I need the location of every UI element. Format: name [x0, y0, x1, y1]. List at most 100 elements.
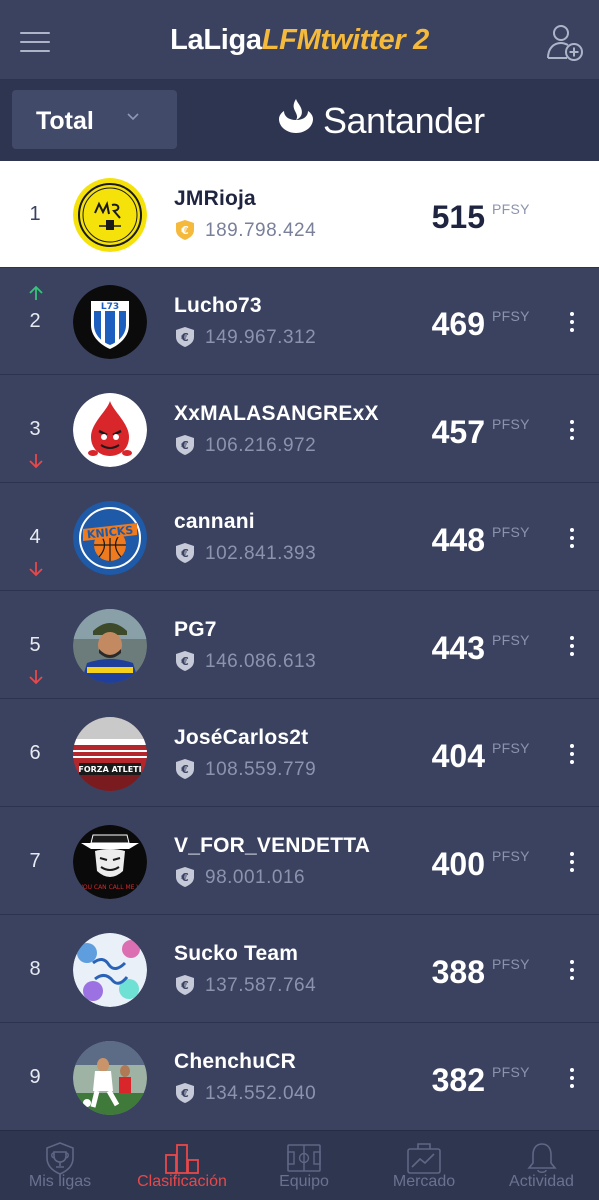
pitch-icon — [287, 1144, 321, 1172]
more-options-icon[interactable] — [562, 742, 582, 768]
svg-text:€: € — [180, 763, 189, 776]
username: V_FOR_VENDETTA — [174, 834, 371, 857]
points-unit: PFSY — [492, 1064, 530, 1080]
avatar[interactable] — [73, 609, 147, 683]
more-options-icon[interactable] — [562, 418, 582, 444]
svg-text:YOU CAN CALL ME V: YOU CAN CALL ME V — [79, 884, 142, 891]
nav-actividad[interactable]: Actividad — [484, 1131, 599, 1200]
points: 515 — [431, 199, 485, 235]
sponsor-name: Santander — [323, 100, 485, 141]
more-options-icon[interactable] — [562, 310, 582, 336]
avatar[interactable] — [73, 1041, 147, 1115]
avatar[interactable]: YOU CAN CALL ME V — [73, 825, 147, 899]
sponsor-logo: Santander — [276, 96, 516, 141]
shield-euro-icon: € — [176, 543, 194, 563]
trophy-icon — [46, 1142, 74, 1175]
shield-euro-icon: € — [176, 327, 194, 347]
period-select-value: Total — [36, 107, 94, 135]
svg-text:€: € — [180, 547, 189, 560]
points: 443 — [431, 630, 485, 666]
avatar[interactable] — [73, 393, 147, 467]
trend-down-icon — [29, 454, 43, 469]
nav-mis-ligas[interactable]: Mis ligas — [0, 1131, 120, 1200]
nav-label: Mis ligas — [28, 1173, 92, 1190]
top-app-bar: LaLigaLFMtwitter 2 — [0, 0, 599, 80]
shield-euro-icon: € — [176, 975, 194, 995]
rank-number: 7 — [29, 850, 41, 872]
points: 448 — [431, 522, 485, 558]
trend-up-icon — [29, 285, 43, 300]
nav-label: Actividad — [509, 1173, 574, 1190]
points-unit: PFSY — [492, 201, 530, 217]
trend-down-icon — [29, 670, 43, 685]
league-title-brand: LaLiga — [170, 24, 262, 56]
svg-text:€: € — [180, 871, 189, 884]
gold-shield-euro-icon: € — [176, 220, 194, 240]
points-unit: PFSY — [492, 308, 530, 324]
nav-clasificacion[interactable]: Clasificación — [120, 1131, 244, 1200]
add-user-icon[interactable] — [545, 22, 585, 62]
standing-row-2[interactable]: 2 L73 Lucho73 € 149.967.312 469 PFSY — [0, 268, 599, 375]
avatar[interactable] — [73, 933, 147, 1007]
standings-subheader: Total Santander — [0, 80, 599, 161]
rank-number: 2 — [29, 310, 41, 332]
chevron-down-icon — [126, 109, 140, 127]
avatar[interactable] — [73, 178, 147, 252]
avatar[interactable]: FORZA ATLETI — [73, 717, 147, 791]
standing-row-4[interactable]: 4 KNICKS cannani € 102.841.393 448 PFSY — [0, 484, 599, 591]
team-value-amount: 149.967.312 — [205, 327, 317, 348]
avatar[interactable]: L73 — [73, 285, 147, 359]
standing-row-6[interactable]: 6 FORZA ATLETI JoséCarlos2t € 108.559.77… — [0, 700, 599, 807]
team-value-amount: 189.798.424 — [205, 220, 317, 241]
rank-number: 4 — [29, 526, 41, 548]
shield-euro-icon: € — [176, 759, 194, 779]
more-options-icon[interactable] — [562, 850, 582, 876]
username: JMRioja — [174, 187, 256, 210]
svg-text:€: € — [180, 655, 189, 668]
avatar[interactable]: KNICKS — [73, 501, 147, 575]
nav-mercado[interactable]: Mercado — [364, 1131, 484, 1200]
team-value-amount: 137.587.764 — [205, 975, 317, 996]
shield-euro-icon: € — [176, 651, 194, 671]
rank-number: 5 — [29, 634, 41, 656]
username: cannani — [174, 510, 255, 533]
standing-row-9[interactable]: 9 ChenchuCR € 134.552.040 382 PFSY — [0, 1024, 599, 1131]
santander-flame-icon — [279, 99, 313, 133]
shield-euro-icon: € — [176, 435, 194, 455]
team-value-amount: 108.559.779 — [205, 759, 317, 780]
points-unit: PFSY — [492, 956, 530, 972]
username: JoséCarlos2t — [174, 726, 309, 749]
more-options-icon[interactable] — [562, 1066, 582, 1092]
points: 469 — [431, 306, 485, 342]
svg-text:€: € — [180, 979, 189, 992]
points: 457 — [431, 414, 485, 450]
username: Lucho73 — [174, 294, 262, 317]
shield-euro-icon: € — [176, 1083, 194, 1103]
points-unit: PFSY — [492, 632, 530, 648]
period-select[interactable]: Total — [12, 90, 177, 149]
nav-equipo[interactable]: Equipo — [244, 1131, 364, 1200]
standing-row-7[interactable]: 7 YOU CAN CALL ME V V_FOR_VENDETTA € 98.… — [0, 808, 599, 915]
standing-row-3[interactable]: 3 XxMALASANGRExX € 106.216.972 457 PFSY — [0, 376, 599, 483]
standing-row-1[interactable]: 1 JMRioja € 189.798.424 515 PFSY — [0, 161, 599, 268]
rank-number: 9 — [29, 1066, 41, 1088]
svg-text:€: € — [180, 331, 189, 344]
more-options-icon[interactable] — [562, 526, 582, 552]
points-unit: PFSY — [492, 524, 530, 540]
svg-text:€: € — [180, 224, 189, 237]
team-value-amount: 134.552.040 — [205, 1083, 317, 1104]
username: ChenchuCR — [174, 1050, 296, 1073]
more-options-icon[interactable] — [562, 958, 582, 984]
nav-label: Mercado — [392, 1173, 456, 1190]
standing-row-5[interactable]: 5 PG7 € 146.086.613 443 PFSY — [0, 592, 599, 699]
points-unit: PFSY — [492, 740, 530, 756]
more-options-icon[interactable] — [562, 634, 582, 660]
username: Sucko Team — [174, 942, 299, 965]
bell-icon — [526, 1143, 557, 1174]
rank-number: 3 — [29, 418, 41, 440]
bottom-navigation: Mis ligas Clasificación Equipo Mercado A… — [0, 1130, 599, 1200]
briefcase-icon — [407, 1143, 441, 1174]
bar-chart-icon — [165, 1144, 199, 1174]
rank-number: 8 — [29, 958, 41, 980]
standing-row-8[interactable]: 8 Sucko Team € 137.587.764 388 PFSY — [0, 916, 599, 1023]
